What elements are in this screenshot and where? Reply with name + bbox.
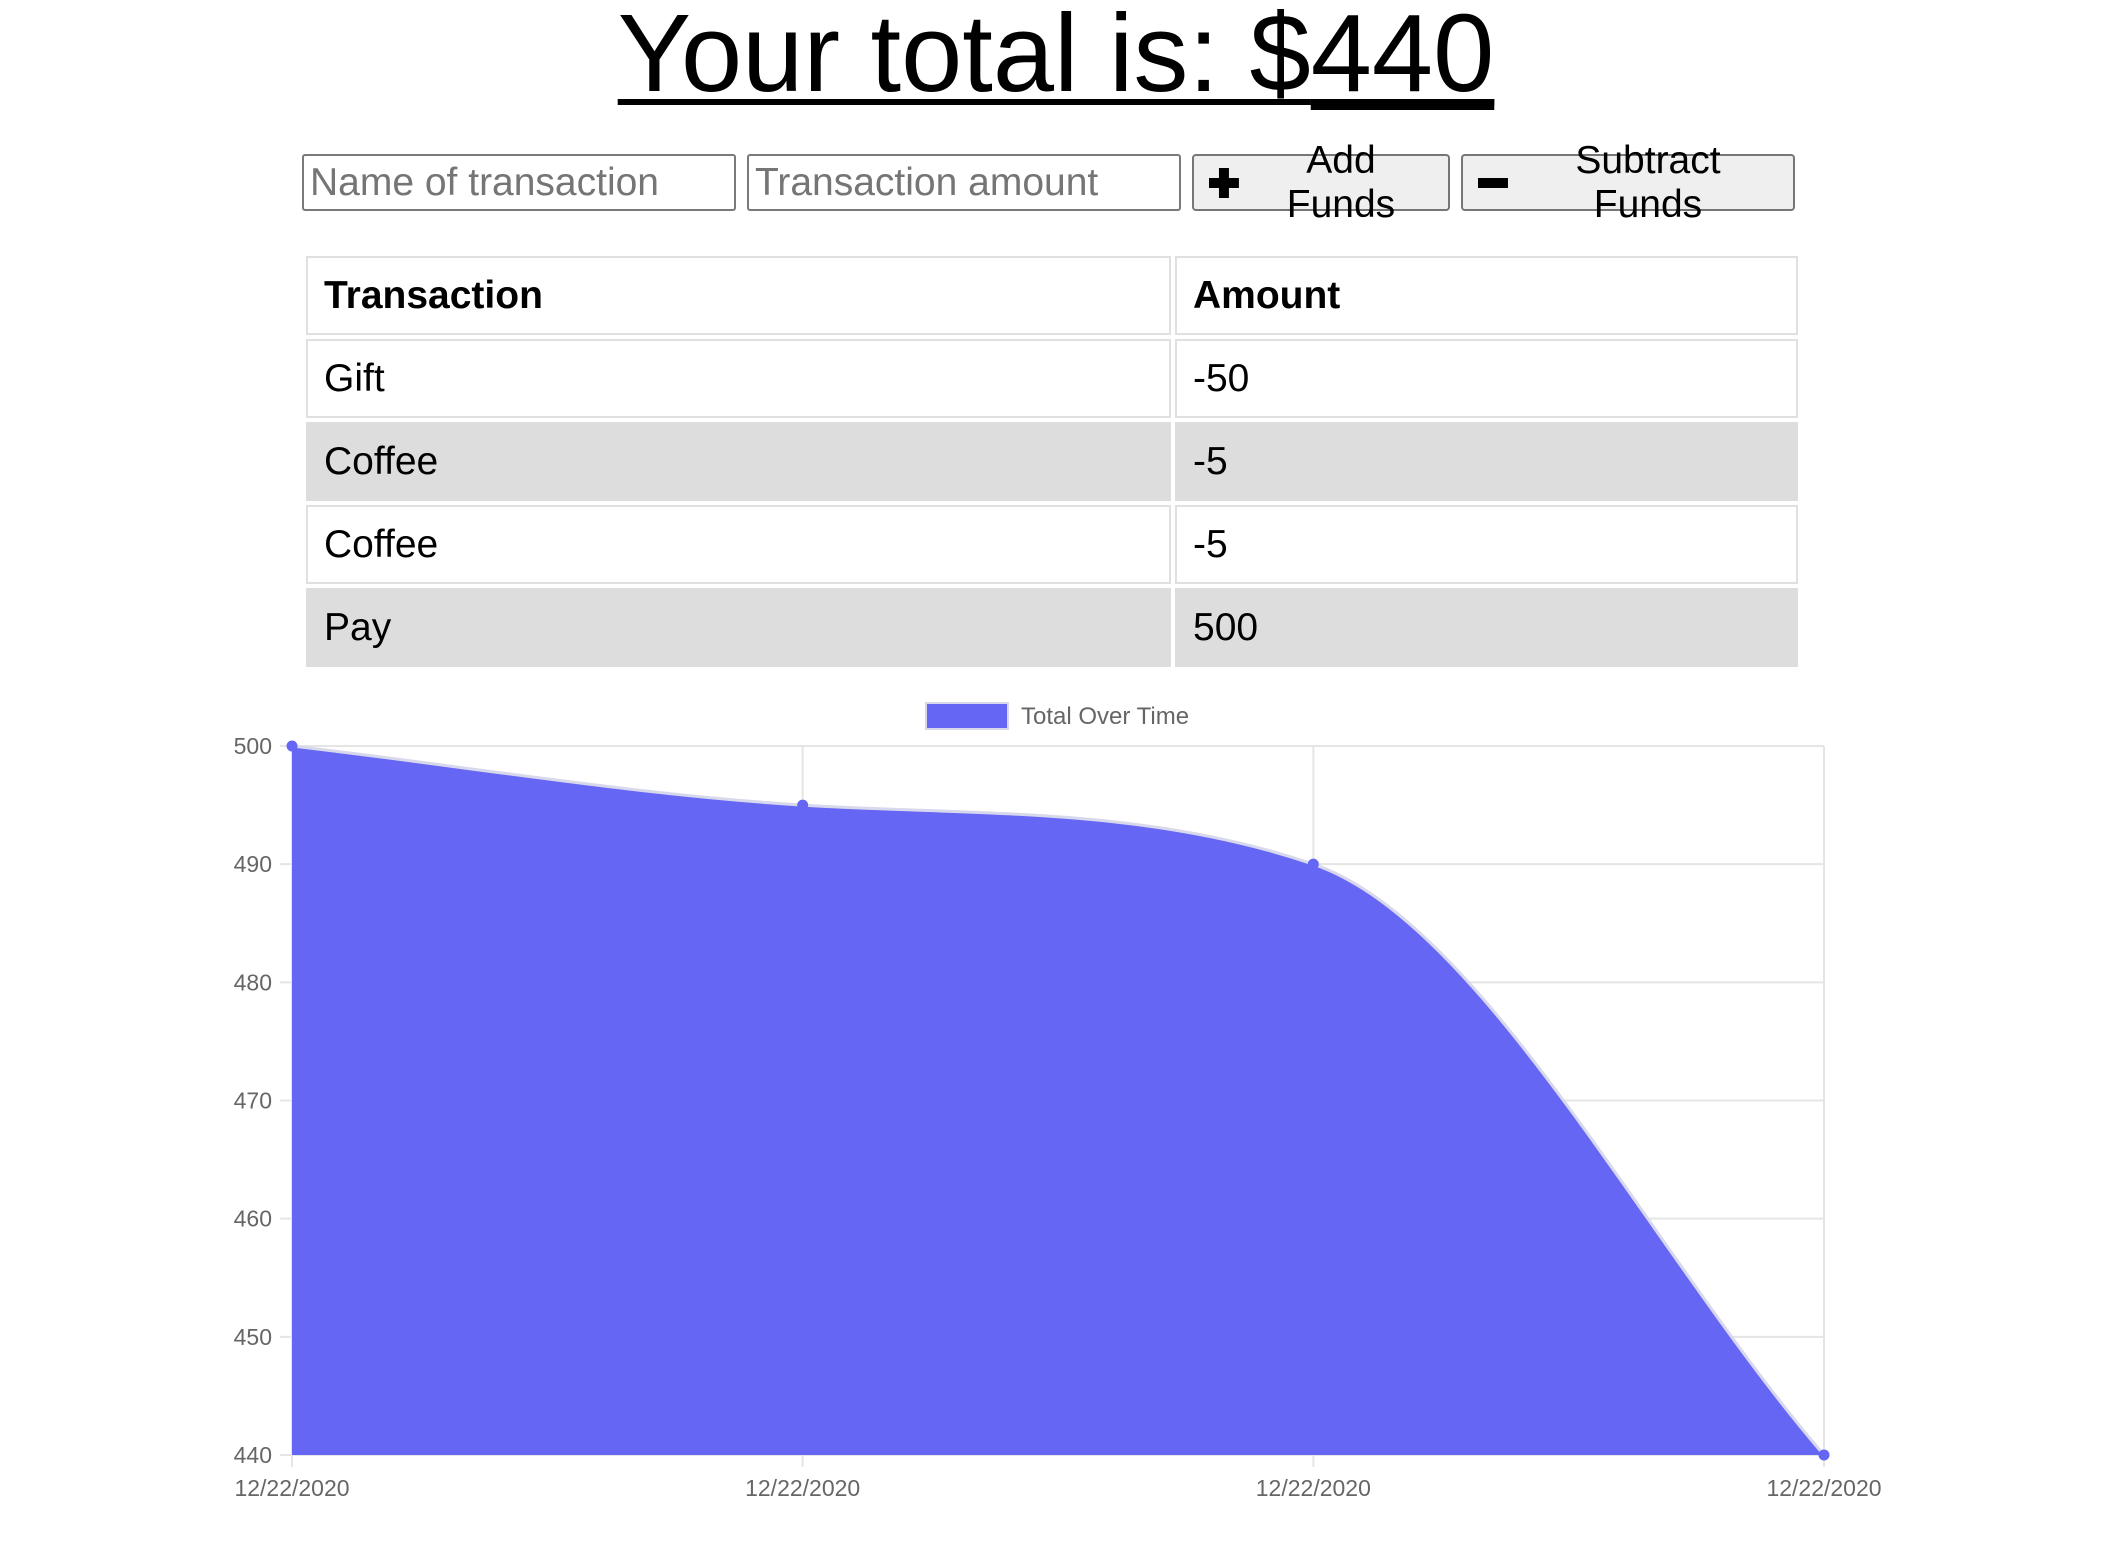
minus-icon bbox=[1477, 177, 1508, 188]
y-tick-label: 500 bbox=[234, 733, 272, 759]
table-row: Coffee -5 bbox=[306, 422, 1798, 501]
x-tick-label: 12/22/2020 bbox=[1766, 1475, 1881, 1501]
y-tick-label: 440 bbox=[234, 1442, 272, 1468]
row-transaction-name: Gift bbox=[306, 339, 1171, 418]
row-transaction-name: Coffee bbox=[306, 505, 1171, 584]
table-row: Gift -50 bbox=[306, 339, 1798, 418]
y-tick-label: 490 bbox=[234, 851, 272, 877]
x-axis: 12/22/2020 12/22/2020 12/22/2020 12/22/2020 bbox=[234, 1475, 1881, 1501]
legend-label: Total Over Time bbox=[1021, 703, 1189, 730]
x-tick-label: 12/22/2020 bbox=[234, 1475, 349, 1501]
row-amount: 500 bbox=[1175, 588, 1798, 667]
y-tick-label: 480 bbox=[234, 969, 272, 995]
total-heading: Your total is: $440 bbox=[0, 0, 2112, 114]
total-over-time-chart: 500490480470460450440 12/22/2020 12/22/20… bbox=[234, 702, 1882, 1501]
subtract-funds-button[interactable]: Subtract Funds bbox=[1461, 139, 1795, 226]
data-point bbox=[1818, 1449, 1830, 1461]
y-axis: 500 490 480 470 460 450 440 bbox=[234, 733, 272, 1468]
x-tick-label: 12/22/2020 bbox=[745, 1475, 860, 1501]
data-point bbox=[797, 799, 809, 811]
subtract-funds-label: Subtract Funds bbox=[1575, 138, 1721, 226]
row-transaction-name: Coffee bbox=[306, 422, 1171, 501]
budget-app: Your total is: $440 Add Funds Subtract F… bbox=[0, 0, 2112, 1552]
row-amount: -5 bbox=[1175, 422, 1798, 501]
add-funds-label: Add Funds bbox=[1286, 138, 1396, 226]
row-amount: -5 bbox=[1175, 505, 1798, 584]
total-value: 440 bbox=[1310, 0, 1495, 115]
table-row: Pay 500 bbox=[306, 588, 1798, 667]
table-header-row: Transaction Amount bbox=[306, 256, 1798, 335]
transactions-table: Transaction Amount Gift -50 Coffee -5 Co… bbox=[302, 252, 1802, 671]
data-point bbox=[1307, 858, 1319, 870]
y-tick-label: 450 bbox=[234, 1324, 272, 1350]
table-row: Coffee -5 bbox=[306, 505, 1798, 584]
data-point bbox=[286, 740, 298, 752]
x-tick-label: 12/22/2020 bbox=[1256, 1475, 1371, 1501]
header-amount: Amount bbox=[1175, 256, 1798, 335]
transaction-form: Add Funds Subtract Funds bbox=[302, 139, 1795, 226]
legend-swatch bbox=[925, 702, 1009, 730]
chart-legend[interactable]: Total Over Time bbox=[925, 702, 1189, 730]
header-transaction: Transaction bbox=[306, 256, 1171, 335]
plus-icon bbox=[1208, 167, 1239, 198]
transaction-name-input[interactable] bbox=[302, 154, 736, 211]
row-transaction-name: Pay bbox=[306, 588, 1171, 667]
total-label: Your total is: $ bbox=[617, 0, 1311, 115]
y-tick-label: 470 bbox=[234, 1088, 272, 1114]
row-amount: -50 bbox=[1175, 339, 1798, 418]
add-funds-button[interactable]: Add Funds bbox=[1192, 139, 1450, 226]
transaction-amount-input[interactable] bbox=[747, 154, 1181, 211]
y-tick-label: 460 bbox=[234, 1206, 272, 1232]
